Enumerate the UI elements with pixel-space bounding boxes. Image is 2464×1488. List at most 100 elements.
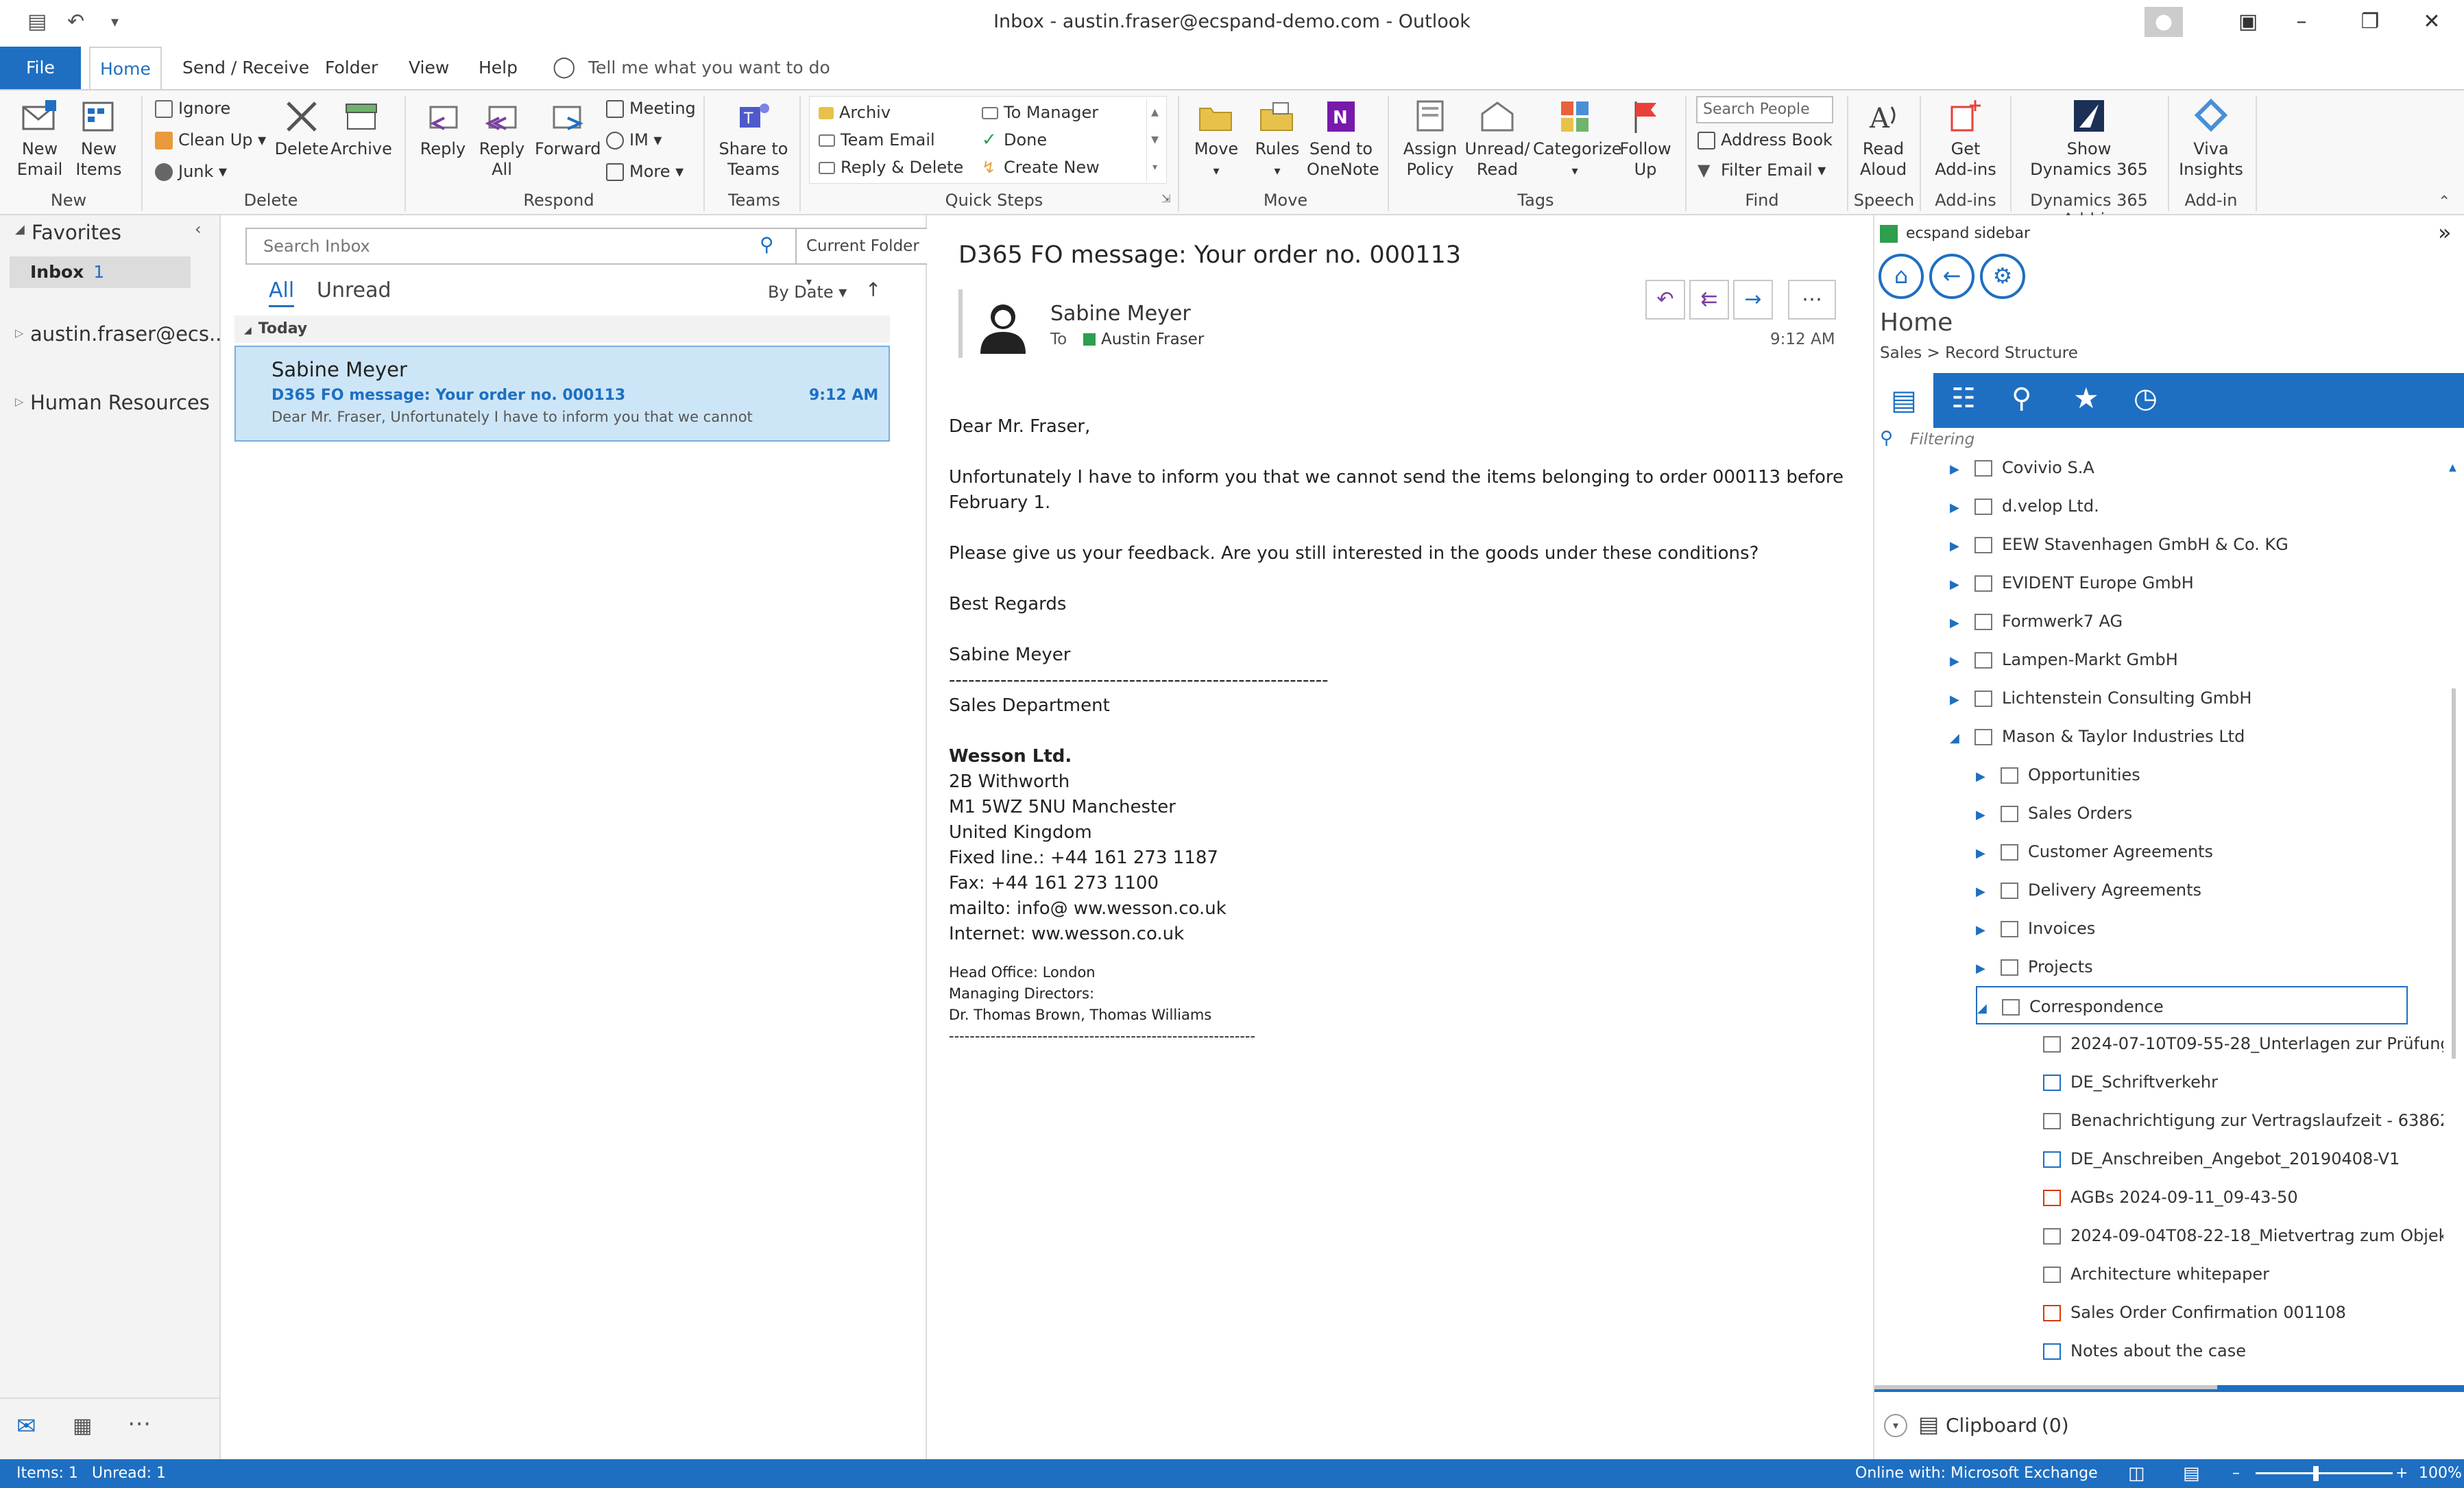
quickstep-done[interactable]: ✓ Done — [982, 126, 1047, 154]
tree-item[interactable]: ▶ Sales Orders — [1976, 794, 2132, 832]
filter-unread[interactable]: Unread — [317, 278, 391, 302]
categorize-button[interactable]: Categorize ▾ — [1533, 97, 1621, 182]
more-respond-button[interactable]: More ▾ — [606, 158, 684, 185]
tree-item[interactable]: ▶ Projects — [1976, 948, 2093, 986]
expand-clipboard-icon[interactable]: ▾ — [1884, 1414, 1907, 1437]
rules-button[interactable]: Rules ▾ — [1248, 97, 1307, 182]
delete-button[interactable]: Delete — [274, 97, 329, 159]
tree-item[interactable]: ▶ Opportunities — [1976, 756, 2140, 794]
quickstep-team-email[interactable]: Team Email — [819, 126, 935, 154]
collapse-arrow-icon[interactable]: ◢ — [15, 222, 25, 237]
sidebar-breadcrumb[interactable]: Sales > Record Structure — [1880, 344, 2078, 362]
email-sender-name[interactable]: Sabine Meyer — [1050, 302, 1191, 326]
tree-item[interactable]: ▶ Invoices — [1976, 909, 2095, 948]
reply-all-icon[interactable]: ⇇ — [1689, 280, 1729, 320]
share-to-teams-button[interactable]: T Share to Teams — [716, 97, 791, 180]
tab-view[interactable]: View — [399, 47, 459, 89]
tree-item[interactable]: DE_Schriftverkehr — [2043, 1063, 2218, 1101]
scroll-up-icon[interactable]: ▲ — [2449, 462, 2456, 473]
zoom-slider-thumb[interactable] — [2313, 1466, 2319, 1481]
new-items-button[interactable]: New Items — [71, 97, 126, 180]
minimize-icon[interactable]: – — [2278, 7, 2326, 37]
tree-item[interactable]: ▶ Lampen-Markt GmbH — [1950, 640, 2178, 679]
show-dynamics-button[interactable]: Show Dynamics 365 — [2018, 97, 2160, 180]
expand-arrow-icon[interactable]: ▶ — [1950, 527, 1965, 566]
expand-arrow-icon[interactable]: ▶ — [1976, 873, 1991, 911]
close-icon[interactable]: ✕ — [2408, 7, 2456, 37]
tab-folder[interactable]: Folder — [315, 47, 387, 89]
expand-arrow-icon[interactable]: ▶ — [1950, 566, 1965, 604]
search-icon[interactable]: ⚲ — [760, 233, 774, 256]
zoom-out-icon[interactable]: – — [2232, 1459, 2240, 1488]
expand-arrow-icon[interactable]: ▶ — [1976, 950, 1991, 988]
hierarchy-icon[interactable]: ☷ — [1951, 383, 1976, 414]
account-avatar[interactable]: ● — [2145, 7, 2183, 37]
search-inbox-input[interactable] — [254, 229, 775, 263]
meeting-button[interactable]: Meeting — [606, 95, 696, 122]
dialog-launcher-icon[interactable]: ⇲ — [1161, 192, 1170, 205]
history-icon[interactable]: ◷ — [2134, 383, 2158, 414]
search-people-input[interactable]: Search People — [1696, 96, 1833, 123]
forward-button[interactable]: Forward — [535, 97, 601, 159]
expand-arrow-icon[interactable]: ▶ — [1950, 604, 1965, 643]
new-email-button[interactable]: New Email — [12, 97, 67, 180]
tree-item[interactable]: Sales Order Confirmation 001108 — [2043, 1293, 2346, 1332]
recipient-name[interactable]: Austin Fraser — [1101, 331, 1204, 348]
forward-icon[interactable]: → — [1733, 280, 1773, 320]
human-resources-folder[interactable]: Human Resources — [30, 391, 210, 414]
quickstep-create-new[interactable]: ↯ Create New — [982, 154, 1100, 181]
tree-item[interactable]: 2024-07-10T09-55-28_Unterlagen zur Prüfu… — [2043, 1024, 2443, 1063]
record-structure-icon[interactable]: ▤ — [1874, 373, 1933, 428]
get-add-ins-button[interactable]: Get Add-ins — [1928, 97, 2003, 180]
tab-help[interactable]: Help — [469, 47, 527, 89]
back-icon[interactable]: ← — [1929, 254, 1974, 299]
zoom-slider[interactable] — [2256, 1472, 2393, 1474]
mail-icon[interactable]: ✉ — [16, 1413, 36, 1440]
expand-arrow-icon[interactable]: ▶ — [1950, 451, 1965, 489]
tree-item[interactable]: ▶ EEW Stavenhagen GmbH & Co. KG — [1950, 525, 2288, 564]
follow-up-button[interactable]: Follow Up — [1617, 97, 1674, 180]
send-to-onenote-button[interactable]: N Send to OneNote — [1307, 97, 1379, 180]
tell-me-search[interactable]: Tell me what you want to do — [588, 47, 830, 89]
ignore-button[interactable]: Ignore — [155, 95, 230, 122]
reading-view-icon[interactable]: ▤ — [2183, 1459, 2200, 1488]
sender-avatar[interactable] — [972, 293, 1034, 355]
quickstep-to-manager[interactable]: To Manager — [982, 99, 1098, 126]
archive-button[interactable]: Archive — [330, 97, 392, 159]
search-scope-dropdown[interactable]: Current Folder ▾ — [795, 229, 930, 288]
quickstep-reply-delete[interactable]: Reply & Delete — [819, 154, 963, 181]
message-item[interactable]: Sabine Meyer D365 FO message: Your order… — [234, 346, 890, 442]
zoom-in-icon[interactable]: + — [2395, 1459, 2408, 1488]
tree-item[interactable]: ▶ EVIDENT Europe GmbH — [1950, 564, 2194, 602]
sort-dropdown[interactable]: By Date ▾ — [768, 283, 847, 302]
tab-file[interactable]: File — [0, 47, 81, 89]
viva-insights-button[interactable]: Viva Insights — [2173, 97, 2249, 180]
expand-arrow-icon[interactable]: ▶ — [1950, 489, 1965, 527]
quickstep-archiv[interactable]: Archiv — [819, 99, 891, 126]
tree-scrollbar[interactable]: ▲ — [2449, 462, 2459, 1381]
favorites-star-icon[interactable]: ★ — [2073, 381, 2099, 415]
group-header-today[interactable]: ◢ Today — [234, 315, 890, 343]
collapse-arrow-icon[interactable]: ◢ — [1977, 989, 1992, 1028]
tab-home[interactable]: Home — [89, 47, 162, 89]
account-folder[interactable]: austin.fraser@ecs... — [30, 322, 228, 346]
tree-item[interactable]: ▶ Delivery Agreements — [1976, 871, 2201, 909]
normal-view-icon[interactable]: ◫ — [2128, 1459, 2145, 1488]
filter-email-button[interactable]: ▼ Filter Email ▾ — [1698, 156, 1826, 184]
tree-item[interactable]: ◢ Correspondence — [1976, 986, 2408, 1024]
settings-gear-icon[interactable]: ⚙ — [1980, 254, 2025, 299]
tree-item[interactable]: DE_Anschreiben_Angebot_20190408-V1 — [2043, 1140, 2400, 1178]
tree-item[interactable]: ◢ Mason & Taylor Industries Ltd — [1950, 717, 2245, 756]
expand-arrow-icon[interactable]: ▶ — [1950, 681, 1965, 719]
tree-item[interactable]: ▶ Customer Agreements — [1976, 832, 2213, 871]
sort-direction-icon[interactable]: ↑ — [865, 278, 881, 301]
assign-policy-button[interactable]: Assign Policy — [1399, 97, 1462, 180]
more-apps-icon[interactable]: ⋯ — [128, 1410, 151, 1437]
address-book-button[interactable]: Address Book — [1698, 126, 1833, 154]
tab-send-receive[interactable]: Send / Receive — [173, 47, 319, 89]
cleanup-button[interactable]: Clean Up ▾ — [155, 126, 266, 154]
expand-arrow-icon[interactable]: ▶ — [1976, 835, 1991, 873]
quick-steps-scroll[interactable]: ▲ ▼ ▾ — [1146, 99, 1163, 181]
read-aloud-button[interactable]: A Read Aloud — [1855, 97, 1911, 180]
scroll-thumb[interactable] — [2452, 688, 2456, 1059]
